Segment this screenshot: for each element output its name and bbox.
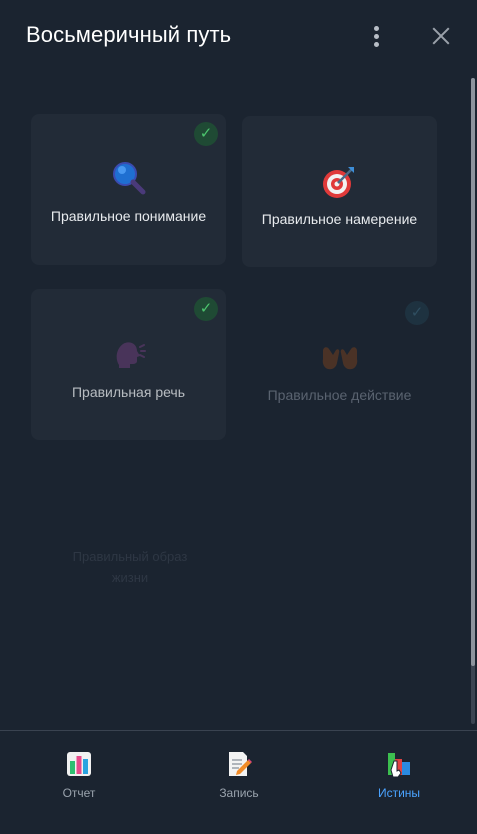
target-icon [323,167,354,198]
speaking-head-icon [116,342,146,368]
tab-truths[interactable]: Истины [349,751,449,811]
tab-label: Истины [377,786,421,800]
check-icon: ✓ [405,301,429,325]
card-right-intention[interactable]: Правильное намерение [242,116,437,267]
books-icon [388,753,410,777]
scrollbar[interactable] [471,78,475,724]
tab-label: Отчет [62,786,96,800]
close-icon[interactable] [428,24,454,50]
faded-card-label: Правильный образ жизни [72,549,188,585]
more-options-icon[interactable] [364,22,388,52]
card-label: Правильное понимание [50,208,207,224]
open-hands-icon [322,347,358,370]
magnifier-icon [113,162,146,195]
card-right-understanding[interactable]: ✓ Правильное понимание [31,114,226,265]
tab-label: Запись [219,786,259,800]
memo-icon [229,752,252,776]
page-title: Восьмеричный путь [26,22,232,47]
tab-report[interactable]: Отчет [29,751,129,811]
header: Восьмеричный путь [0,0,477,75]
card-label: Правильная речь [71,384,186,400]
tab-record[interactable]: Запись [189,751,289,811]
check-icon: ✓ [194,297,218,321]
card-right-action[interactable]: ✓ Правильное действие [242,291,437,442]
card-label: Правильное действие [267,387,412,403]
card-label: Правильное намерение [261,211,418,227]
check-icon: ✓ [194,122,218,146]
card-right-speech[interactable]: ✓ Правильная речь [31,289,226,440]
bottom-nav: Отчет Запись Истины [0,730,477,834]
chart-icon [67,752,91,776]
scrollbar-thumb[interactable] [471,78,475,666]
